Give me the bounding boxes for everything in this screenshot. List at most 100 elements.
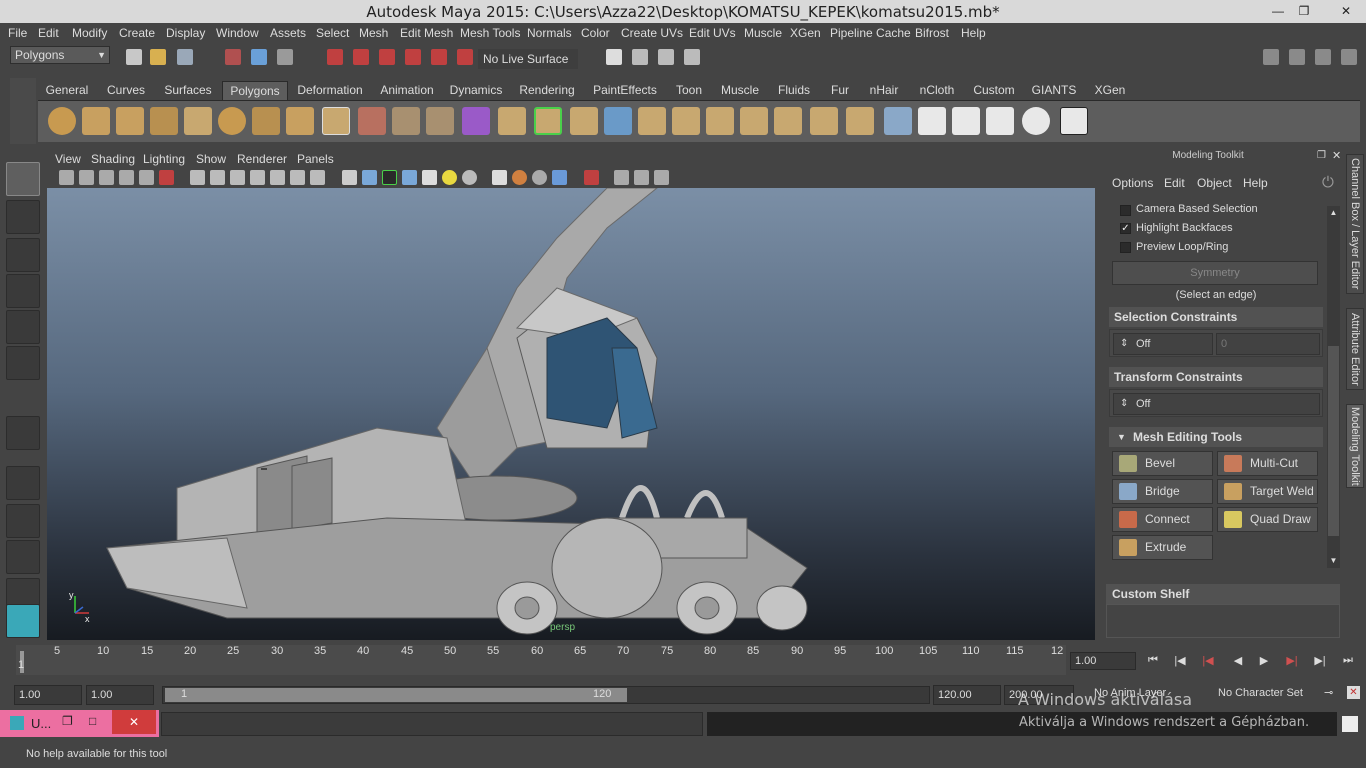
range-slider-handle[interactable] <box>165 688 627 702</box>
split-polygon-icon[interactable] <box>672 107 700 135</box>
xray-icon[interactable] <box>584 170 599 185</box>
smooth-shade-icon[interactable] <box>362 170 377 185</box>
scroll-up-icon[interactable]: ▲ <box>1328 208 1339 218</box>
multi-cut-tool-button[interactable]: Multi-Cut <box>1217 451 1318 476</box>
gate-mask-icon[interactable] <box>250 170 265 185</box>
menu-xgen[interactable]: XGen <box>790 26 821 40</box>
camera-based-selection-checkbox[interactable] <box>1120 205 1131 216</box>
paint-select-tool-icon[interactable] <box>6 238 40 272</box>
step-back-key-icon[interactable]: |◀ <box>1200 654 1216 668</box>
poly-plane-icon[interactable] <box>184 107 212 135</box>
hud-icon[interactable] <box>654 170 669 185</box>
step-forward-key-icon[interactable]: ▶| <box>1284 654 1300 668</box>
playback-end-field[interactable]: 120.00 <box>933 685 1001 705</box>
play-backwards-icon[interactable]: ◀ <box>1230 654 1246 668</box>
close-panel-icon[interactable]: ✕ <box>1332 149 1341 162</box>
open-scene-icon[interactable] <box>150 49 166 65</box>
character-set-dropdown[interactable]: No Character Set <box>1218 687 1303 699</box>
poly-pipe-icon[interactable] <box>286 107 314 135</box>
select-component-icon[interactable] <box>277 49 293 65</box>
grid-icon[interactable] <box>190 170 205 185</box>
two-d-pan-zoom-icon[interactable] <box>139 170 154 185</box>
render-frame-icon[interactable] <box>632 49 648 65</box>
menu-edit-uvs[interactable]: Edit UVs <box>689 26 736 40</box>
tab-attribute-editor[interactable]: Attribute Editor <box>1346 308 1364 390</box>
panel-menu-lighting[interactable]: Lighting <box>143 152 185 166</box>
mesh-editing-tools-header[interactable]: ▼ Mesh Editing Tools <box>1109 427 1323 447</box>
modeling-toolkit-toggle-icon[interactable] <box>1263 49 1279 65</box>
power-icon[interactable]: ⏻ <box>1322 174 1334 191</box>
poly-helix-icon[interactable] <box>322 107 350 135</box>
shadows-icon[interactable] <box>442 170 457 185</box>
snap-grid-icon[interactable] <box>327 49 343 65</box>
field-chart-icon[interactable] <box>270 170 285 185</box>
safe-action-icon[interactable] <box>290 170 305 185</box>
move-tool-icon[interactable] <box>6 274 40 308</box>
scroll-down-icon[interactable]: ▼ <box>1328 556 1339 566</box>
save-scene-icon[interactable] <box>177 49 193 65</box>
panel-menu-show[interactable]: Show <box>196 152 226 166</box>
shelf-tab-curves[interactable]: Curves <box>98 81 154 100</box>
panel-menu-view[interactable]: View <box>55 152 81 166</box>
menu-edit-mesh[interactable]: Edit Mesh <box>400 26 453 40</box>
target-weld-tool-button[interactable]: Target Weld <box>1217 479 1318 504</box>
poly-cube-icon[interactable] <box>82 107 110 135</box>
selection-constraints-number-field[interactable]: 0 <box>1216 333 1320 355</box>
persp-outliner-layout-icon[interactable] <box>6 540 40 574</box>
float-panel-icon[interactable]: ❐ <box>1317 150 1326 161</box>
multisample-aa-icon[interactable] <box>512 170 527 185</box>
isolate-select-icon[interactable] <box>552 170 567 185</box>
perspective-viewport[interactable]: y x persp <box>47 188 1095 640</box>
last-tool-icon[interactable] <box>6 416 40 450</box>
shelf-menu-handle[interactable] <box>10 78 36 144</box>
connect-tool-button[interactable]: Connect <box>1112 507 1213 532</box>
live-surface-field[interactable]: No Live Surface <box>478 49 578 69</box>
shelf-tab-giants[interactable]: GIANTS <box>1024 81 1084 100</box>
menu-pipeline-cache[interactable]: Pipeline Cache <box>830 26 911 40</box>
shelf-tab-fluids[interactable]: Fluids <box>768 81 820 100</box>
image-plane-icon[interactable] <box>119 170 134 185</box>
restore-icon[interactable]: ❐ <box>62 714 73 728</box>
collapse-icon[interactable] <box>810 107 838 135</box>
step-forward-frame-icon[interactable]: ▶| <box>1312 654 1328 668</box>
highlight-backfaces-checkbox[interactable]: ✓ <box>1120 223 1131 234</box>
film-gate-icon[interactable] <box>210 170 225 185</box>
bridge-tool-button[interactable]: Bridge <box>1112 479 1213 504</box>
smooth-icon[interactable] <box>462 107 490 135</box>
panel-menu-renderer[interactable]: Renderer <box>237 152 287 166</box>
minimized-window-bar[interactable]: U... ❐ □ ✕ <box>0 710 159 737</box>
insert-edge-loop-icon[interactable] <box>706 107 734 135</box>
transform-constraints-dropdown[interactable]: ⇕ Off <box>1113 393 1320 415</box>
shelf-tab-deformation[interactable]: Deformation <box>290 81 370 100</box>
bookmarks-icon[interactable] <box>99 170 114 185</box>
menu-modify[interactable]: Modify <box>72 26 107 40</box>
shelf-tab-xgen[interactable]: XGen <box>1086 81 1134 100</box>
shelf-tab-general[interactable]: General <box>38 81 96 100</box>
current-frame-field[interactable]: 1.00 <box>1070 652 1136 670</box>
planar-mapping-icon[interactable] <box>918 107 946 135</box>
play-forwards-icon[interactable]: ▶ <box>1256 654 1272 668</box>
cylindrical-mapping-icon[interactable] <box>952 107 980 135</box>
single-perspective-layout-icon[interactable] <box>6 466 40 500</box>
script-editor-icon[interactable] <box>1342 716 1358 732</box>
use-all-lights-icon[interactable] <box>422 170 437 185</box>
duplicate-face-icon[interactable] <box>846 107 874 135</box>
select-camera-icon[interactable] <box>59 170 74 185</box>
wireframe-icon[interactable] <box>342 170 357 185</box>
poly-sphere-icon[interactable] <box>48 107 76 135</box>
motion-blur-icon[interactable] <box>492 170 507 185</box>
shelf-tab-polygons[interactable]: Polygons <box>222 81 288 100</box>
maximize-icon[interactable]: □ <box>89 714 96 728</box>
transform-constraints-header[interactable]: Transform Constraints <box>1109 367 1323 387</box>
extrude-tool-button[interactable]: Extrude <box>1112 535 1213 560</box>
menuset-dropdown[interactable]: Polygons ▼ <box>10 46 110 64</box>
toolkit-menu-help[interactable]: Help <box>1243 176 1268 190</box>
range-slider[interactable]: 1 120 <box>162 686 930 704</box>
menu-create-uvs[interactable]: Create UVs <box>621 26 683 40</box>
tab-channel-box-layer-editor[interactable]: Channel Box / Layer Editor <box>1346 154 1364 294</box>
scale-tool-icon[interactable] <box>6 346 40 380</box>
auto-key-icon[interactable]: ⊸ <box>1324 686 1333 699</box>
shelf-tab-muscle[interactable]: Muscle <box>714 81 766 100</box>
symmetry-button[interactable]: Symmetry <box>1112 261 1318 285</box>
bridge-icon[interactable] <box>534 107 562 135</box>
